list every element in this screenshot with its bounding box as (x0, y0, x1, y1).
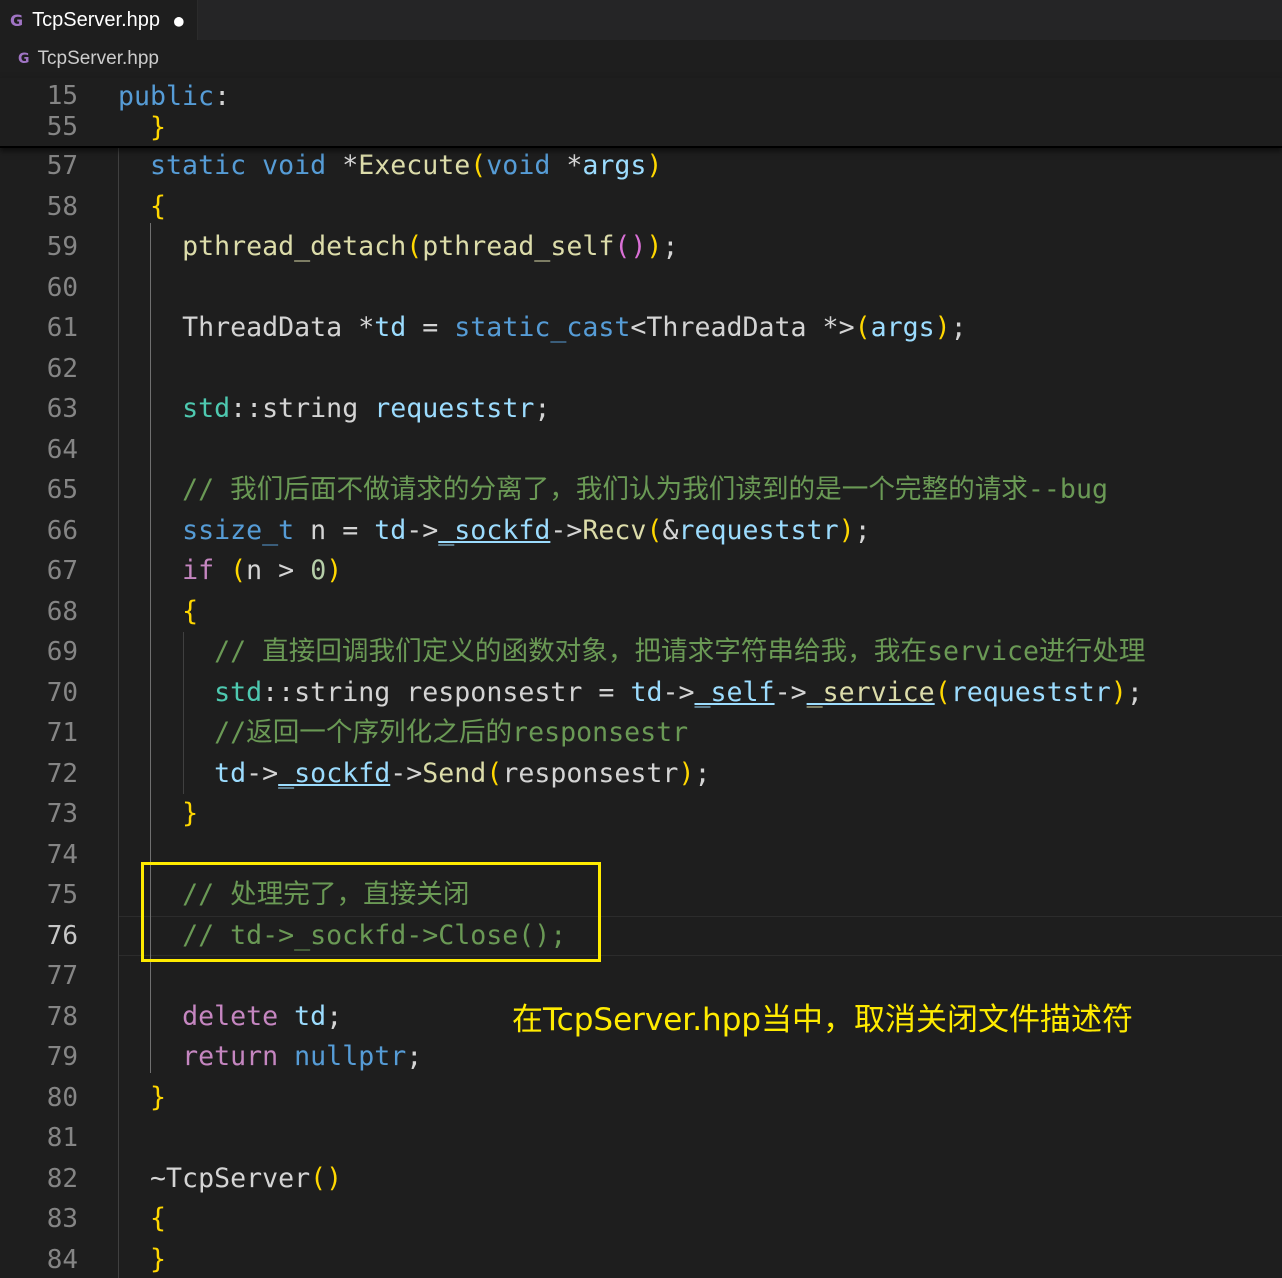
code-line[interactable]: 55 } (0, 112, 1282, 143)
line-number: 69 (46, 637, 78, 667)
line-code: // 直接回调我们定义的函数对象，把请求字符串给我，我在service进行处理 (214, 636, 1146, 667)
line-number: 61 (46, 313, 78, 343)
line-number: 62 (46, 353, 78, 384)
tab-bar: G TcpServer.hpp ● (0, 0, 1282, 40)
line-code: } (150, 112, 167, 143)
code-line[interactable]: 64 (0, 430, 1282, 471)
line-number: 74 (46, 839, 78, 870)
line-code: } (150, 1243, 167, 1275)
line-code: static void *Execute(void *args) (150, 150, 663, 181)
annotation-text: 在TcpServer.hpp当中，取消关闭文件描述符 (512, 1002, 1134, 1038)
line-number: 71 (46, 718, 78, 748)
line-number: 80 (46, 1082, 78, 1113)
code-line[interactable]: 66 ssize_t n = td->_sockfd->Recv(&reques… (0, 511, 1282, 552)
code-line[interactable]: 58 { (0, 187, 1282, 228)
code-line[interactable]: 57 static void *Execute(void *args) (0, 146, 1282, 187)
code-line[interactable]: 72 td->_sockfd->Send(responsestr); (0, 754, 1282, 795)
line-code: ThreadData *td = static_cast<ThreadData … (182, 312, 967, 343)
code-line[interactable]: 84 } (0, 1240, 1282, 1278)
line-code: std::string requeststr; (182, 393, 551, 424)
code-line[interactable]: 82 ~TcpServer() (0, 1159, 1282, 1200)
code-line[interactable]: 81 (0, 1118, 1282, 1159)
code-line[interactable]: 68 { (0, 592, 1282, 633)
line-code: { (150, 190, 167, 222)
code-editor[interactable]: 在TcpServer.hpp当中，取消关闭文件描述符 57 static voi… (0, 146, 1282, 1278)
line-number: 84 (46, 1244, 78, 1275)
line-number: 63 (46, 394, 78, 424)
code-line[interactable]: 69 // 直接回调我们定义的函数对象，把请求字符串给我，我在service进行… (0, 632, 1282, 673)
line-number: 75 (46, 880, 78, 910)
code-line[interactable]: 83 { (0, 1199, 1282, 1240)
code-line[interactable]: 63 std::string requeststr; (0, 389, 1282, 430)
line-code: // 我们后面不做请求的分离了，我们认为我们读到的是一个完整的请求--bug (182, 474, 1108, 505)
highlight-box (141, 862, 601, 962)
line-code: return nullptr; (182, 1041, 423, 1072)
line-code: ssize_t n = td->_sockfd->Recv(&requestst… (182, 514, 871, 546)
code-line[interactable]: 67 if (n > 0) (0, 551, 1282, 592)
indent-guide (118, 146, 119, 1278)
line-code: pthread_detach(pthread_self()); (182, 231, 679, 262)
line-number: 83 (46, 1204, 78, 1234)
indent-guide (182, 632, 184, 794)
line-number: 64 (46, 434, 78, 465)
line-code: public: (118, 81, 231, 112)
tab-tcpserver-hpp[interactable]: G TcpServer.hpp ● (0, 0, 198, 40)
code-line[interactable]: 70 std::string responsestr = td->_self->… (0, 673, 1282, 714)
line-number: 59 (46, 232, 78, 262)
line-code: { (182, 595, 199, 627)
code-line[interactable]: 61 ThreadData *td = static_cast<ThreadDa… (0, 308, 1282, 349)
line-number: 72 (46, 758, 78, 789)
line-number: 73 (46, 799, 78, 829)
line-number: 76 (46, 920, 78, 951)
line-code: td->_sockfd->Send(responsestr); (214, 757, 711, 789)
line-code: { (150, 1203, 167, 1234)
line-code: ~TcpServer() (150, 1162, 343, 1194)
code-line[interactable]: 59 pthread_detach(pthread_self()); (0, 227, 1282, 268)
line-number: 15 (46, 81, 78, 111)
cpp-file-icon: G (18, 51, 30, 67)
line-number: 65 (46, 475, 78, 505)
line-number: 81 (46, 1123, 78, 1153)
line-code: if (n > 0) (182, 555, 343, 586)
code-line[interactable]: 60 (0, 268, 1282, 309)
tab-title: TcpServer.hpp (32, 8, 160, 31)
cpp-file-icon: G (10, 10, 24, 30)
line-number: 58 (46, 191, 78, 222)
line-number: 68 (46, 596, 78, 627)
sticky-scroll-header[interactable]: 15 public: 55 } (0, 78, 1282, 148)
code-line[interactable]: 15 public: (0, 81, 1282, 112)
line-code: delete td; (182, 1000, 343, 1032)
line-code: } (182, 798, 199, 829)
line-number: 79 (46, 1042, 78, 1072)
code-line[interactable]: 71 //返回一个序列化之后的responsestr (0, 713, 1282, 754)
line-number: 57 (46, 151, 78, 181)
line-number: 66 (46, 515, 78, 546)
line-code: //返回一个序列化之后的responsestr (214, 717, 689, 748)
code-line[interactable]: 62 (0, 349, 1282, 390)
line-number: 82 (46, 1163, 78, 1194)
line-number: 55 (46, 112, 78, 142)
line-code: std::string responsestr = td->_self->_se… (214, 676, 1143, 708)
code-line[interactable]: 77 (0, 956, 1282, 997)
breadcrumb-file[interactable]: TcpServer.hpp (38, 48, 159, 70)
line-number: 67 (46, 556, 78, 586)
code-line[interactable]: 80 } (0, 1078, 1282, 1119)
line-number: 77 (46, 961, 78, 991)
breadcrumb: G TcpServer.hpp (0, 40, 1282, 78)
line-code: } (150, 1081, 167, 1113)
unsaved-dot-icon[interactable]: ● (174, 11, 184, 30)
line-number: 78 (46, 1001, 78, 1032)
line-number: 70 (46, 677, 78, 708)
code-line[interactable]: 79 return nullptr; (0, 1037, 1282, 1078)
code-line[interactable]: 73 } (0, 794, 1282, 835)
code-line[interactable]: 65 // 我们后面不做请求的分离了，我们认为我们读到的是一个完整的请求--bu… (0, 470, 1282, 511)
line-number: 60 (46, 272, 78, 303)
